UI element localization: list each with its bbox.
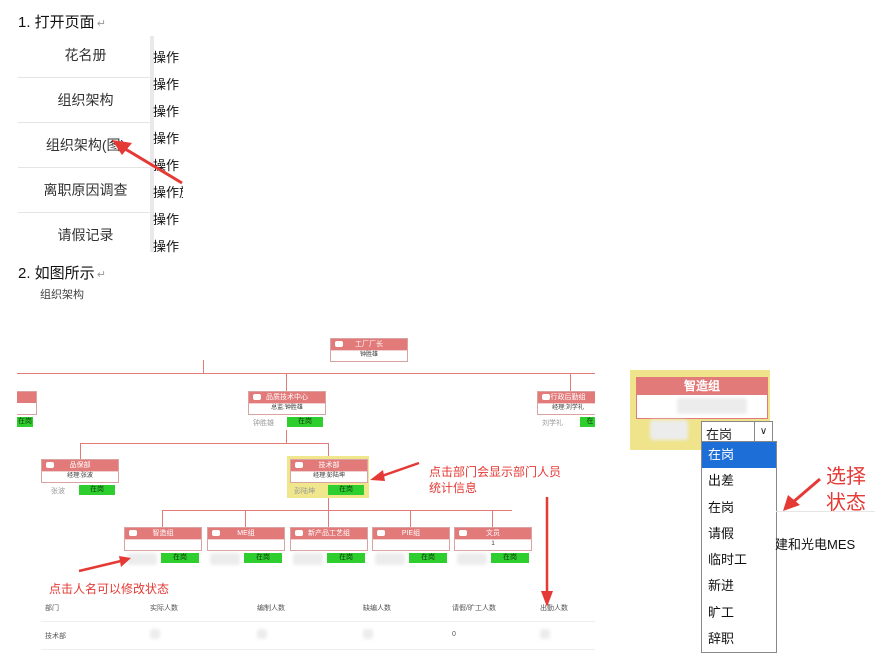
step-2: 2. 如图所示 ↵ xyxy=(18,262,106,283)
zoom-card-zhizao[interactable]: 智造组 xyxy=(636,377,768,419)
status-options: 在岗 出差 在岗 请假 临时工 新进 旷工 辞职 xyxy=(701,441,777,654)
node-team-zhizao[interactable]: 智造组 xyxy=(124,527,202,551)
status-option[interactable]: 旷工 xyxy=(702,600,776,626)
node-team-clerk[interactable]: 文员 1 xyxy=(454,527,532,551)
op-link[interactable]: 操作 xyxy=(153,44,183,71)
op-link[interactable]: 操作 xyxy=(153,206,183,233)
node-admin-logistics[interactable]: 行政后勤组 经理:刘学礼 xyxy=(537,391,595,415)
note-select-status: 选择 状态 xyxy=(826,466,866,514)
status-option[interactable]: 出差 xyxy=(702,468,776,494)
stats-cell: 技术部 xyxy=(45,633,66,640)
stats-cell: 0 xyxy=(452,631,456,638)
status-badge[interactable]: 在岗 xyxy=(491,553,529,563)
zoom-card-title: 智造组 xyxy=(637,378,767,395)
status-badge[interactable]: 在岗 xyxy=(17,417,33,427)
status-badge[interactable]: 在岗 xyxy=(409,553,447,563)
trailing-text: 建和光电MES xyxy=(775,537,856,552)
node-manager: 总监:钟胜雄 xyxy=(249,403,325,413)
op-link[interactable]: 操作 xyxy=(153,233,183,260)
subtitle: 组织架构 xyxy=(40,289,84,301)
person-name[interactable]: 钟胜雄 xyxy=(253,418,274,428)
node-manager: 经理:彭陆坤 xyxy=(291,471,367,481)
status-badge[interactable]: 在岗 xyxy=(327,553,365,563)
node-manager: 经理:张波 xyxy=(42,471,118,481)
person-name[interactable]: 刘学礼 xyxy=(542,418,563,428)
status-option[interactable]: 临时工 xyxy=(702,547,776,573)
node-manager: 经理:刘学礼 xyxy=(538,403,595,413)
node-quality-tech-center[interactable]: 品质技术中心 总监:钟胜雄 xyxy=(248,391,326,415)
menu-item-roster[interactable]: 花名册 xyxy=(18,33,153,78)
node-tech-dept[interactable]: 技术部 经理:彭陆坤 xyxy=(290,459,368,483)
op-link[interactable]: 操作 xyxy=(153,98,183,125)
status-badge[interactable]: 在岗 xyxy=(161,553,199,563)
arrow-icon xyxy=(78,556,131,573)
org-chart: 工厂厂长 钟胜雄 在岗 品质技术中心 总监:钟胜雄 钟胜雄 在岗 行政后勤组 经… xyxy=(17,330,595,665)
paragraph-mark: ↵ xyxy=(96,18,106,30)
node-team-pie[interactable]: PIE组 xyxy=(372,527,450,551)
person-name[interactable]: 张波 xyxy=(51,486,65,496)
status-badge[interactable]: 在 xyxy=(580,417,595,427)
stats-header: 请假/旷工人数 xyxy=(452,605,496,612)
person-name[interactable]: 彭陆坤 xyxy=(294,486,315,496)
chevron-down-icon[interactable]: ∨ xyxy=(754,422,772,442)
status-option[interactable]: 请假 xyxy=(702,521,776,547)
status-select[interactable]: 在岗 ∨ xyxy=(701,421,773,443)
stats-header: 编制人数 xyxy=(257,605,285,612)
menu-item-leave-record[interactable]: 请假记录 xyxy=(18,213,153,258)
step-2-text: 2. 如图所示 xyxy=(18,265,95,282)
status-badge[interactable]: 在岗 xyxy=(287,417,323,427)
node-factory-head[interactable]: 工厂厂长 钟胜雄 xyxy=(330,338,408,362)
status-badge[interactable]: 在岗 xyxy=(79,485,115,495)
status-option[interactable]: 辞职 xyxy=(702,626,776,652)
arrow-icon xyxy=(112,140,183,185)
status-option[interactable]: 新进 xyxy=(702,573,776,599)
stats-header: 实际人数 xyxy=(150,605,178,612)
status-badge[interactable]: 在岗 xyxy=(328,485,364,495)
stats-header: 出勤人数 xyxy=(540,605,568,612)
stats-header: 部门 xyxy=(45,605,59,612)
note-dept-click: 点击部门会显示部门人员 统计信息 xyxy=(429,465,562,495)
arrow-icon xyxy=(541,497,553,607)
op-link[interactable]: 操作 xyxy=(153,71,183,98)
node-team-npi[interactable]: 新产品工艺组 xyxy=(290,527,368,551)
stats-header: 缺编人数 xyxy=(363,605,391,612)
arrow-icon xyxy=(370,461,420,481)
menu-item-org[interactable]: 组织架构 xyxy=(18,78,153,123)
status-option[interactable]: 在岗 xyxy=(702,495,776,521)
paragraph-mark: ↵ xyxy=(96,269,106,281)
arrow-icon xyxy=(783,477,821,511)
status-option[interactable]: 在岗 xyxy=(702,442,776,469)
node-quality-dept[interactable]: 品保部 经理:张波 xyxy=(41,459,119,483)
node-manager: 1 xyxy=(455,539,531,549)
step-1: 1. 打开页面 ↵ xyxy=(18,11,106,32)
note-person-click: 点击人名可以修改状态 xyxy=(49,582,170,596)
status-badge[interactable]: 在岗 xyxy=(244,553,282,563)
node-left-cut[interactable] xyxy=(17,391,37,415)
node-manager: 钟胜雄 xyxy=(331,350,407,360)
step-1-text: 1. 打开页面 xyxy=(18,14,95,31)
node-team-me[interactable]: ME组 xyxy=(207,527,285,551)
